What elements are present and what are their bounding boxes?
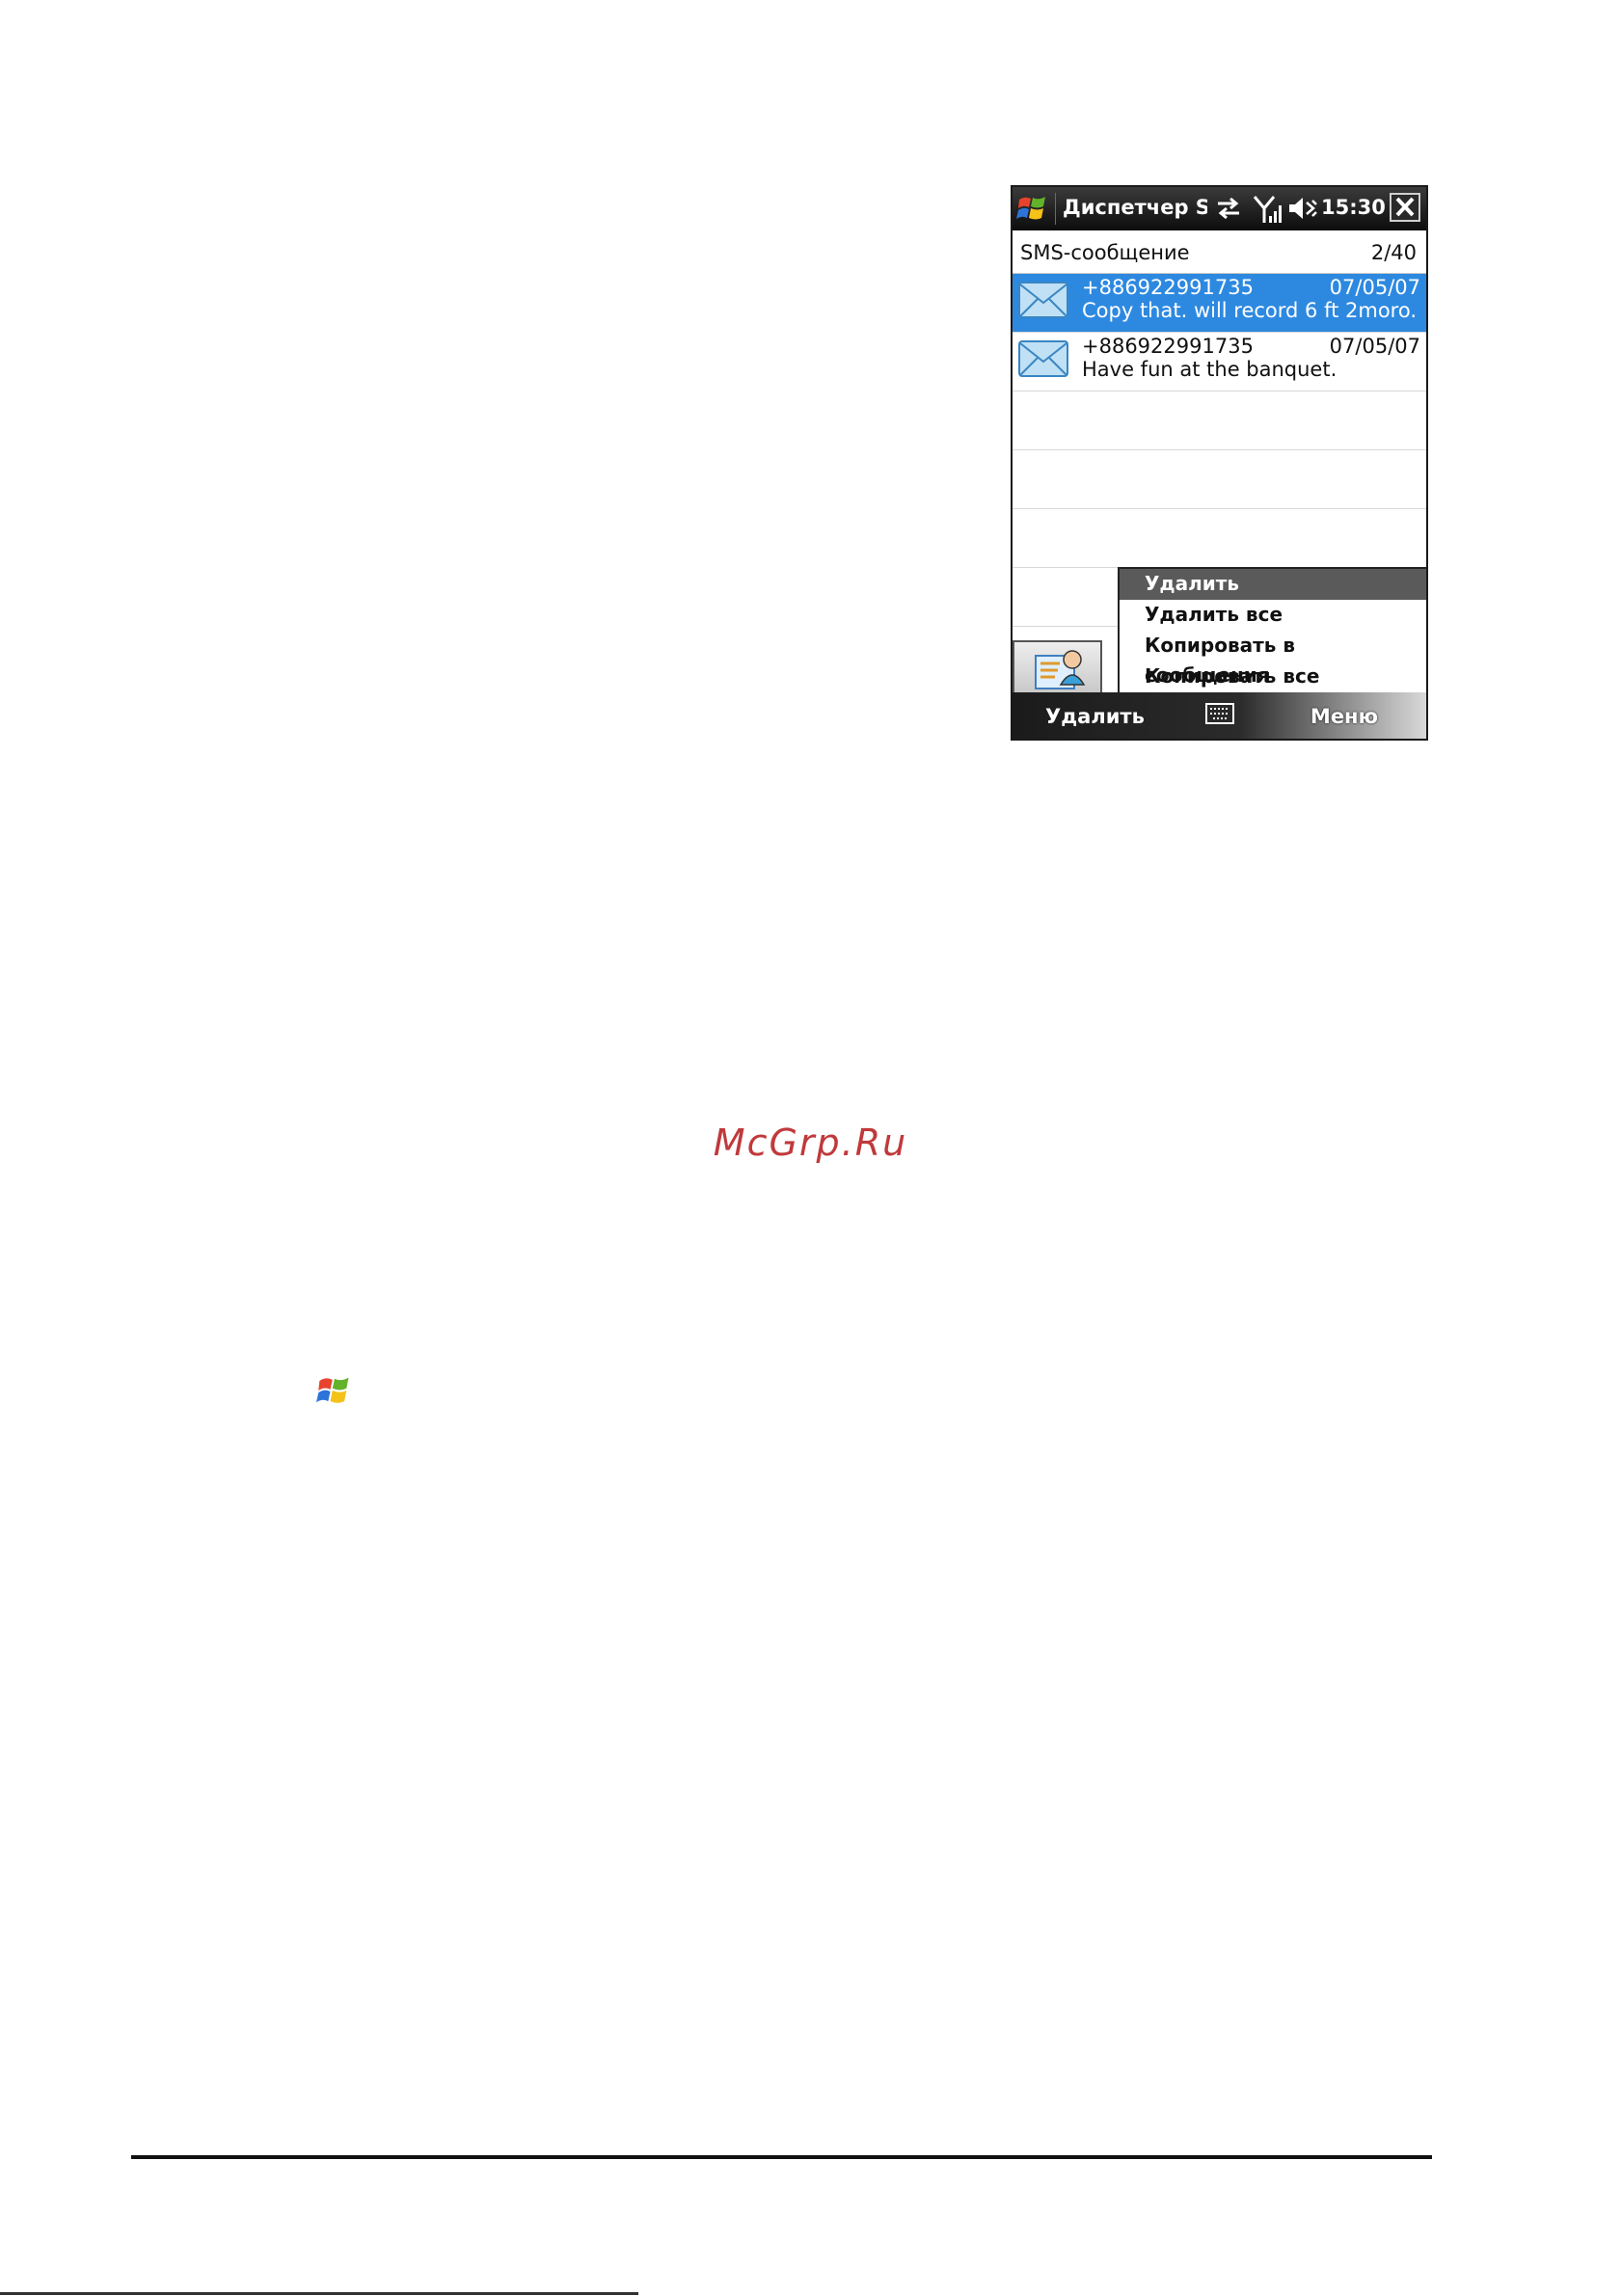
window-title: Диспетчер SIM [1063, 196, 1207, 219]
page-bottom-rule [0, 2292, 638, 2295]
sender-number: +886922991735 [1082, 335, 1254, 358]
windows-logo-icon [316, 1377, 349, 1403]
title-bar: Диспетчер SIM 15:30 [1013, 187, 1426, 230]
message-preview: Have fun at the banquet. [1082, 358, 1337, 381]
empty-row [1013, 509, 1426, 568]
softkey-menu[interactable]: Меню [1310, 705, 1378, 728]
connectivity-icon[interactable] [1214, 195, 1243, 222]
signal-icon[interactable] [1253, 195, 1283, 224]
message-row[interactable]: +886922991735 07/05/07 Copy that. will r… [1013, 274, 1426, 333]
menu-item-copy-to-messages[interactable]: Копировать в сообщения [1120, 631, 1426, 687]
message-count: 2/40 [1370, 241, 1417, 264]
contact-card-button[interactable] [1013, 640, 1102, 694]
close-button[interactable] [1390, 193, 1420, 222]
menu-item-delete-all[interactable]: Удалить все [1120, 600, 1426, 631]
sender-number: +886922991735 [1082, 276, 1254, 299]
menu-item-delete[interactable]: Удалить [1120, 569, 1426, 600]
empty-row [1013, 392, 1426, 450]
softkey-left[interactable]: Удалить [1045, 705, 1145, 728]
softkey-bar: Удалить Меню [1013, 692, 1426, 739]
clock: 15:30 [1321, 196, 1386, 219]
message-preview: Copy that. will record 6 ft 2moro. [1082, 299, 1418, 322]
envelope-icon [1018, 282, 1068, 318]
envelope-icon [1018, 340, 1068, 377]
menu-item-copy-all[interactable]: Копировать все [1120, 662, 1426, 692]
message-row[interactable]: +886922991735 07/05/07 Have fun at the b… [1013, 333, 1426, 392]
footer-rule [131, 2155, 1432, 2159]
phone-screen: Диспетчер SIM 15:30 SMS-сообщение 2/40 [1011, 185, 1428, 741]
title-separator [1055, 193, 1056, 225]
message-date: 07/05/07 [1329, 276, 1420, 299]
message-date: 07/05/07 [1329, 335, 1420, 358]
close-icon [1395, 197, 1415, 217]
volume-muted-icon[interactable] [1287, 195, 1318, 222]
keyboard-icon[interactable] [1205, 702, 1234, 725]
list-title: SMS-сообщение [1020, 241, 1190, 264]
empty-row [1013, 450, 1426, 509]
windows-start-icon[interactable] [1016, 192, 1049, 225]
contact-card-icon [1035, 650, 1086, 689]
watermark: McGrp.Ru [713, 1121, 908, 1164]
context-menu: Удалить Удалить все Копировать в сообщен… [1118, 567, 1426, 694]
list-header: SMS-сообщение 2/40 [1013, 230, 1426, 274]
